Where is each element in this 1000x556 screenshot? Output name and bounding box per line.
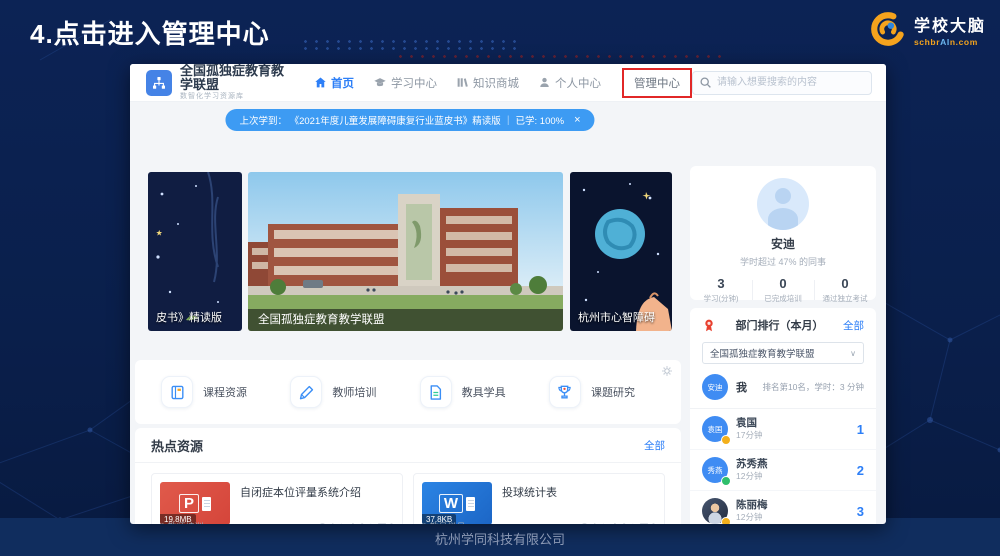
quick-link-teaching-aids[interactable]: 教具学具 [420,376,506,408]
slide-title: 4.点击进入管理中心 [30,14,270,51]
search-input[interactable] [692,71,872,95]
hot-resources-all-link[interactable]: 全部 [644,438,665,453]
main-nav: 首页 学习中心 知识商城 个人中心 管理中心 [314,68,692,98]
nav-item-personal-center[interactable]: 个人中心 [538,75,601,91]
avatar: 秀燕 [702,457,728,483]
last-learned-notice[interactable]: 上次学到： 《2021年度儿童发展障碍康复行业蓝皮书》精读版 ｜ 已学: 100… [225,109,594,131]
stat-completed-trainings: 0 已完成培训 [752,276,814,304]
thumbs-up-icon [610,522,620,525]
org-subtitle: 数智化学习资源库 [180,93,290,101]
profile-card: 安迪 学时超过 47% 的同事 3 学习(分钟) 0 已完成培训 0 通过独立考… [690,166,876,300]
ranking-row[interactable]: 陈丽梅12分钟 3 [690,491,876,524]
banner-slide-left[interactable]: 皮书》精读版 [148,172,242,331]
stat-passed-exams: 0 通过独立考试 [814,276,876,304]
resource-card-word[interactable]: W 37.8KB 投球统计表 3.教具学具 1 | 0 | 0 [413,473,665,524]
profile-caption: 学时超过 47% 的同事 [690,255,876,268]
search-icon [699,76,712,89]
quick-link-course-resources[interactable]: 课程资源 [161,376,247,408]
banner-slide-right[interactable]: 杭州市心智障碍 [570,172,672,331]
resource-title: 自闭症本位评量系统介绍 [240,484,361,500]
ppt-file-icon: P 19.8MB [160,482,230,524]
department-select[interactable]: 全国孤独症教育教学联盟 ∨ [702,342,864,364]
comment-icon [377,522,387,525]
school-building-image [248,172,563,331]
department-ranking-card: 部门排行（本月） 全部 全国孤独症教育教学联盟 ∨ 安迪 我 排名第10名，学时… [690,308,876,524]
bluebook-cover-image [148,172,242,331]
thumbs-up-icon [348,522,358,525]
company-footer: 杭州学同科技有限公司 [0,529,1000,548]
planet-illustration-image [570,172,672,331]
my-rank-detail: 排名第10名，学时：3 分钟 [762,381,864,393]
eye-icon [579,521,590,524]
gear-icon[interactable] [661,365,673,377]
avatar [702,498,728,524]
page-screenshot: 全国孤独症教育教学联盟 数智化学习资源库 首页 学习中心 知识商城 [130,64,886,524]
search-box [692,71,872,95]
ranking-all-link[interactable]: 全部 [843,318,864,333]
avatar [757,178,809,230]
banner-slide-center[interactable]: 全国孤独症教育教学联盟 [248,172,563,331]
resource-title: 投球统计表 [502,484,557,500]
ranking-row-me[interactable]: 安迪 我 排名第10名，学时：3 分钟 [690,366,876,409]
app-header: 全国孤独症教育教学联盟 数智化学习资源库 首页 学习中心 知识商城 [130,64,886,102]
hot-resources-title: 热点资源 [151,436,203,455]
nav-item-admin-center-highlighted[interactable]: 管理中心 [622,68,692,98]
rank-number: 3 [857,504,864,519]
document-icon [427,384,444,401]
sitemap-icon [151,75,167,91]
gold-medal-icon [721,517,731,524]
stat-study-minutes: 3 学习(分钟) [690,276,752,304]
profile-stats: 3 学习(分钟) 0 已完成培训 0 通过独立考试 [690,276,876,304]
banner-caption-center: 全国孤独症教育教学联盟 [248,309,563,331]
comment-icon [639,522,649,525]
word-file-icon: W 37.8KB [422,482,492,524]
pencil-icon [298,384,315,401]
resource-card-ppt[interactable]: P 19.8MB 自闭症本位评量系统介绍 2.教师培训 1 | 0 | 0 [151,473,403,524]
quick-link-research[interactable]: 课题研究 [549,376,635,408]
quick-link-teacher-training[interactable]: 教师培训 [290,376,376,408]
ranking-row[interactable]: 袁国 袁国17分钟 1 [690,409,876,450]
ranking-row[interactable]: 秀燕 苏秀燕12分钟 2 [690,450,876,491]
close-icon[interactable]: × [574,114,580,126]
hot-resources-card: 热点资源 全部 P 19.8MB 自闭症本位评量系统介绍 2.教师培训 [135,428,681,524]
rank-number: 2 [857,463,864,478]
brand-logo: 学校大脑 schbrAIn.com [869,10,986,48]
green-medal-icon [721,476,731,486]
brand-domain: schbrAIn.com [914,37,986,47]
banner-caption-left: 皮书》精读版 [156,309,222,325]
resource-category: 3.教具学具 [422,520,466,524]
ranking-title: 部门排行（本月） [716,317,843,333]
person-icon [538,76,551,89]
home-icon [314,76,327,89]
resource-stats: 1 | 0 | 0 [579,521,656,524]
library-books-icon [456,76,469,89]
app-body: 上次学到： 《2021年度儿童发展障碍康复行业蓝皮书》精读版 ｜ 已学: 100… [130,102,886,524]
award-ribbon-icon [702,318,716,333]
book-icon [169,384,186,401]
graduation-cap-icon [373,76,387,89]
schoolbrain-swirl-icon [869,10,907,48]
org-name: 全国孤独症教育教学联盟 [180,64,290,92]
avatar: 袁国 [702,416,728,442]
banner-caption-right: 杭州市心智障碍 [578,309,655,325]
nav-item-home[interactable]: 首页 [314,75,354,91]
nav-item-learning-center[interactable]: 学习中心 [373,75,437,91]
dot-pattern-decoration-red [395,53,725,60]
resource-stats: 1 | 0 | 0 [317,521,394,524]
trophy-icon [556,384,573,401]
notice-text: 上次学到： 《2021年度儿童发展障碍康复行业蓝皮书》精读版 ｜ 已学: 100… [239,113,564,127]
dot-pattern-decoration [300,38,520,53]
avatar: 安迪 [702,374,728,400]
org-logo [146,70,172,96]
eye-icon [317,521,328,524]
slide-canvas: 4.点击进入管理中心 学校大脑 schbrAIn.com 全国孤独症教育教学联盟… [0,0,1000,556]
brand-name: 学校大脑 [914,12,986,36]
profile-name: 安迪 [690,235,876,252]
chevron-down-icon: ∨ [850,349,856,358]
gold-medal-icon [721,435,731,445]
nav-item-knowledge-mall[interactable]: 知识商城 [456,75,519,91]
quick-links-card: 课程资源 教师培训 教具学具 [135,360,681,424]
resource-category: 2.教师培训 [160,520,204,524]
rank-number: 1 [857,422,864,437]
